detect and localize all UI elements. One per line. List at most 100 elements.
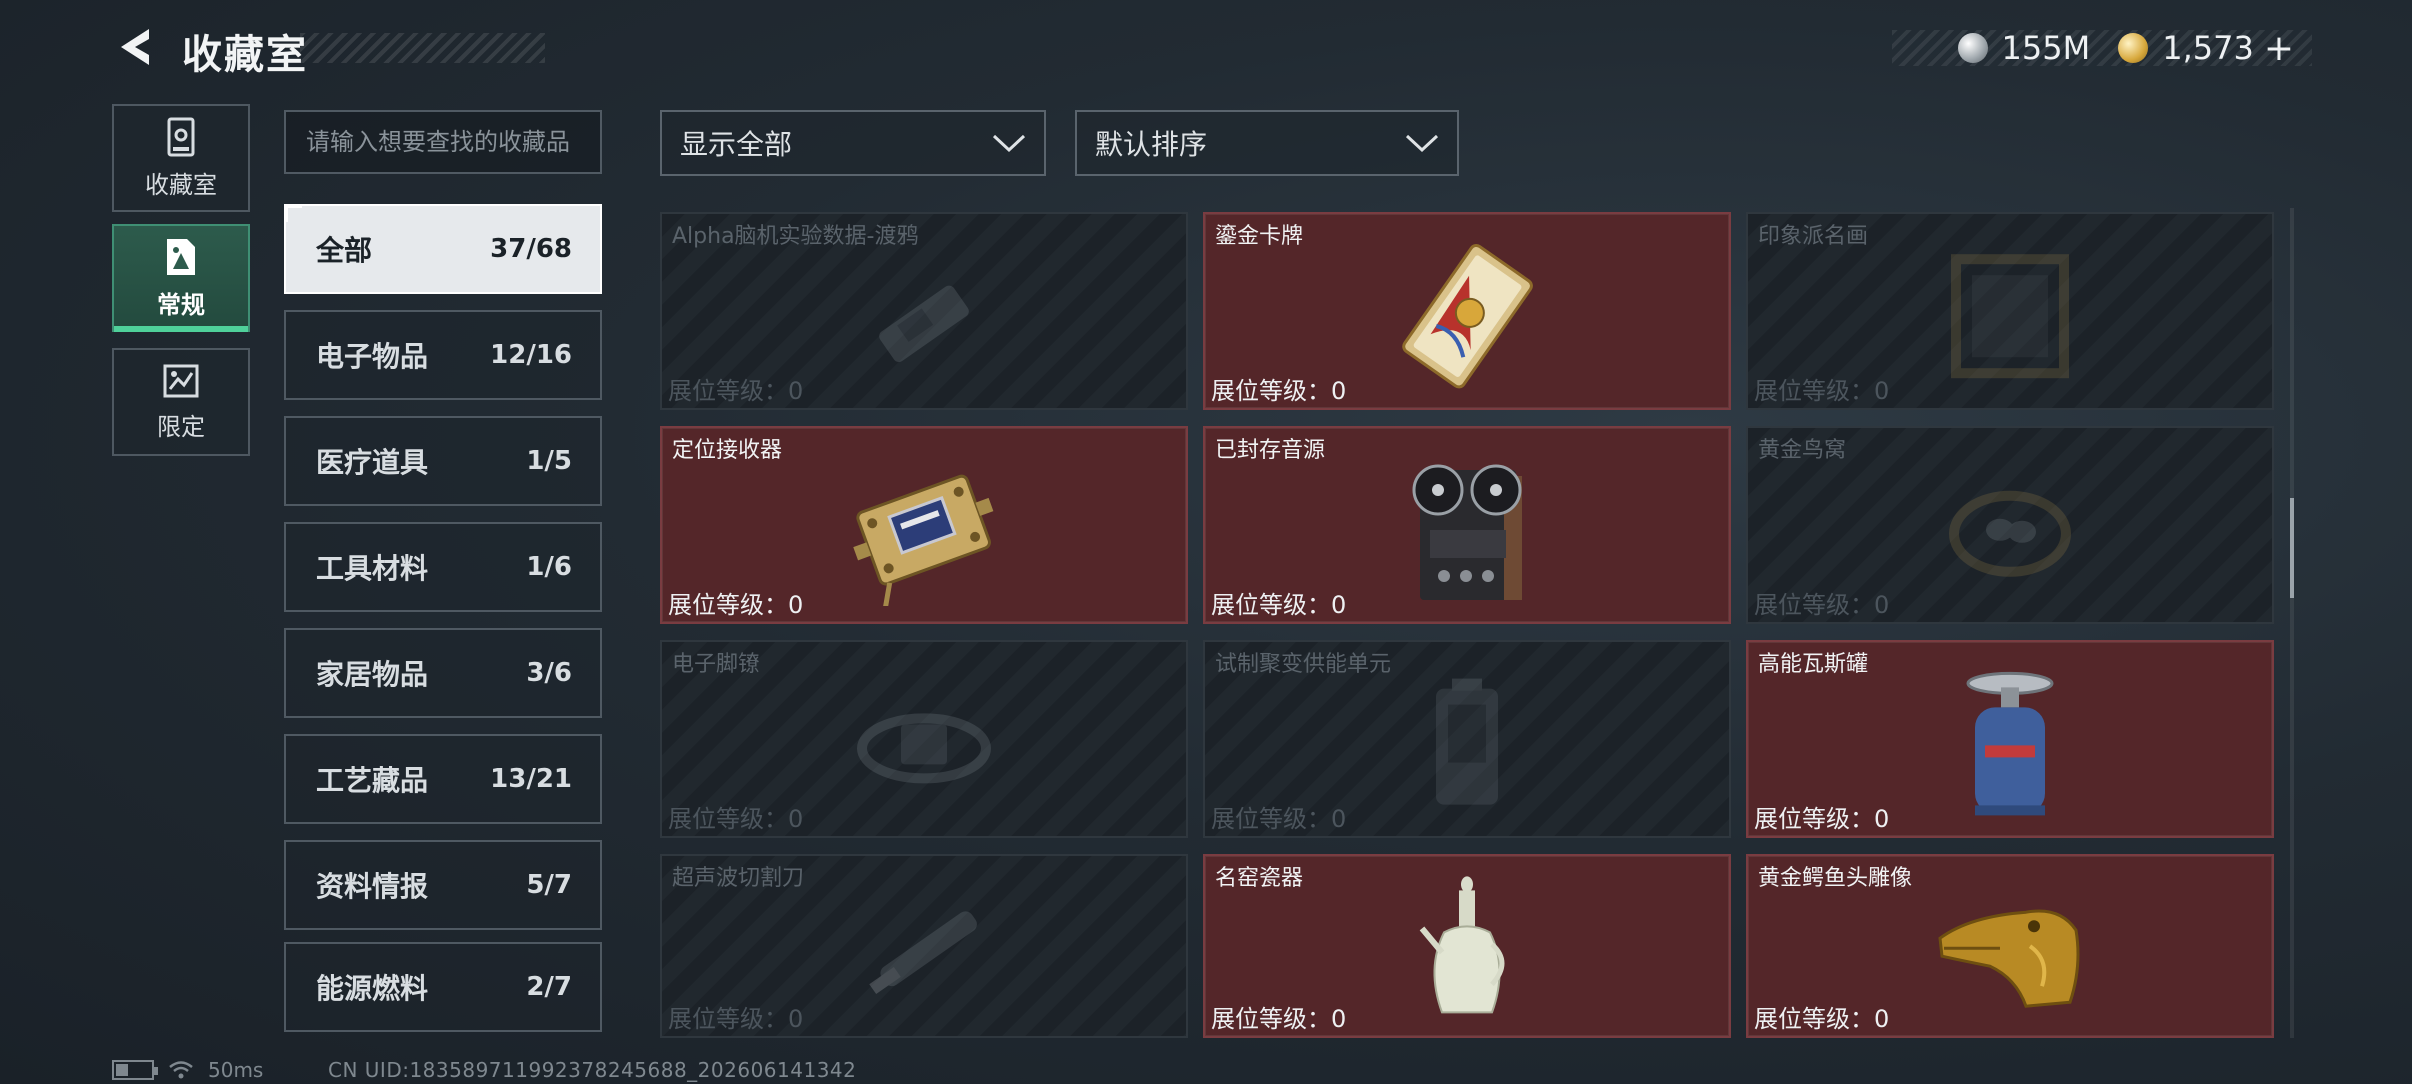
item-name: 定位接收器 bbox=[672, 438, 783, 463]
category-name: 资料情报 bbox=[316, 870, 429, 903]
item-name: 黄金鳄鱼头雕像 bbox=[1758, 866, 1913, 891]
item-level: 展位等级：0 bbox=[1754, 1005, 1890, 1033]
limited-category-icon bbox=[163, 364, 199, 397]
rail-limited[interactable]: 限定 bbox=[112, 348, 250, 456]
gas-canister-icon bbox=[1966, 671, 2054, 816]
category-intel[interactable]: 资料情报 5/7 bbox=[284, 840, 602, 930]
item-name: 黄金鸟窝 bbox=[1758, 438, 1847, 463]
page-title: 收藏室 bbox=[182, 32, 308, 78]
regular-category-icon bbox=[167, 238, 195, 275]
item-card-alpha-data[interactable]: Alpha脑机实验数据-渡鸦 展位等级：0 bbox=[660, 212, 1188, 410]
item-card-golden-nest[interactable]: 黄金鸟窝 展位等级：0 bbox=[1746, 426, 2274, 624]
back-arrow-icon bbox=[121, 29, 149, 65]
category-name: 全部 bbox=[316, 234, 373, 267]
chevron-down-icon bbox=[1405, 134, 1439, 153]
category-medical[interactable]: 医疗道具 1/5 bbox=[284, 416, 602, 506]
item-card-famous-kiln-porcelain[interactable]: 名窑瓷器 展位等级：0 bbox=[1203, 854, 1731, 1038]
category-count: 2/7 bbox=[526, 972, 572, 1002]
ankle-monitor-icon bbox=[857, 713, 991, 784]
item-card-ultrasonic-cutter[interactable]: 超声波切割刀 展位等级：0 bbox=[660, 854, 1188, 1038]
grid-scrollbar[interactable] bbox=[2290, 208, 2294, 1038]
add-currency-button[interactable]: + bbox=[2264, 28, 2294, 69]
reel-tape-recorder-icon bbox=[1412, 464, 1522, 600]
item-card-golden-crocodile-head[interactable]: 黄金鳄鱼头雕像 展位等级：0 bbox=[1746, 854, 2274, 1038]
search-input[interactable] bbox=[284, 110, 602, 174]
item-card-gas-canister[interactable]: 高能瓦斯罐 展位等级：0 bbox=[1746, 640, 2274, 838]
category-count: 13/21 bbox=[490, 764, 572, 794]
item-card-sealed-audio[interactable]: 已封存音源 展位等级：0 bbox=[1203, 426, 1731, 624]
category-name: 电子物品 bbox=[316, 340, 429, 373]
title-decoration bbox=[300, 33, 545, 63]
battery-icon bbox=[112, 1060, 158, 1080]
silver-currency-value: 155M bbox=[2001, 29, 2091, 67]
item-card-electronic-shackle[interactable]: 电子脚镣 展位等级：0 bbox=[660, 640, 1188, 838]
golden-crocodile-head-icon bbox=[1938, 909, 2080, 1008]
display-filter-value: 显示全部 bbox=[680, 128, 793, 161]
gold-coin-icon bbox=[2118, 33, 2149, 63]
item-level: 展位等级：0 bbox=[1754, 805, 1890, 833]
chevron-down-icon bbox=[992, 134, 1026, 153]
item-card-fusion-power-unit[interactable]: 试制聚变供能单元 展位等级：0 bbox=[1203, 640, 1731, 838]
category-name: 家居物品 bbox=[316, 658, 429, 691]
back-button[interactable] bbox=[112, 24, 158, 70]
category-count: 1/6 bbox=[526, 552, 572, 582]
item-level: 展位等级：0 bbox=[1754, 591, 1890, 619]
category-household[interactable]: 家居物品 3/6 bbox=[284, 628, 602, 718]
golden-nest-icon bbox=[1949, 490, 2071, 577]
item-card-gilded-card[interactable]: 鎏金卡牌 展位等级：0 bbox=[1203, 212, 1731, 410]
item-level: 展位等级：0 bbox=[1211, 1005, 1347, 1033]
porcelain-ewer-icon bbox=[1419, 876, 1505, 1014]
item-level: 展位等级：0 bbox=[1211, 377, 1347, 405]
collection-room-icon bbox=[167, 117, 195, 156]
item-name: 鎏金卡牌 bbox=[1215, 224, 1304, 249]
rail-collection-room[interactable]: 收藏室 bbox=[112, 104, 250, 212]
gilded-card-icon bbox=[1402, 243, 1533, 389]
rail-label: 常规 bbox=[157, 290, 205, 319]
item-card-gps-receiver[interactable]: 定位接收器 展位等级：0 bbox=[660, 426, 1188, 624]
gps-receiver-icon bbox=[853, 474, 994, 606]
item-level: 展位等级：0 bbox=[668, 805, 804, 833]
category-count: 5/7 bbox=[526, 870, 572, 900]
category-count: 1/5 bbox=[526, 446, 572, 476]
category-count: 12/16 bbox=[490, 340, 572, 370]
rail-regular[interactable]: 常规 bbox=[112, 224, 250, 332]
item-name: 已封存音源 bbox=[1215, 438, 1326, 463]
category-fuel[interactable]: 能源燃料 2/7 bbox=[284, 942, 602, 1032]
item-name: 电子脚镣 bbox=[672, 652, 761, 677]
item-card-impressionist-painting[interactable]: 印象派名画 展位等级：0 bbox=[1746, 212, 2274, 410]
category-crafts[interactable]: 工艺藏品 13/21 bbox=[284, 734, 602, 824]
category-name: 工具材料 bbox=[316, 552, 429, 585]
category-all[interactable]: 全部 37/68 bbox=[284, 204, 602, 294]
item-level: 展位等级：0 bbox=[1211, 591, 1347, 619]
currency-bar: 155M 1,573 + bbox=[1892, 28, 2312, 69]
sort-value: 默认排序 bbox=[1095, 128, 1208, 161]
ultrasonic-cutter-icon bbox=[869, 911, 977, 995]
item-name: 高能瓦斯罐 bbox=[1758, 652, 1869, 677]
status-bar: 50ms bbox=[112, 1058, 263, 1082]
item-name: 超声波切割刀 bbox=[672, 866, 805, 891]
scroll-thumb[interactable] bbox=[2290, 498, 2294, 598]
item-name: Alpha脑机实验数据-渡鸦 bbox=[672, 224, 919, 249]
sort-dropdown[interactable]: 默认排序 bbox=[1075, 110, 1459, 176]
ping-value: 50ms bbox=[208, 1058, 264, 1082]
painting-icon bbox=[1951, 254, 2069, 379]
item-name: 名窑瓷器 bbox=[1215, 866, 1304, 891]
category-name: 医疗道具 bbox=[316, 446, 429, 479]
rail-label: 限定 bbox=[157, 412, 205, 441]
category-electronics[interactable]: 电子物品 12/16 bbox=[284, 310, 602, 400]
silver-coin-icon bbox=[1957, 33, 1988, 63]
item-name: 印象派名画 bbox=[1758, 224, 1869, 249]
fusion-cell-icon bbox=[1436, 678, 1498, 805]
item-level: 展位等级：0 bbox=[668, 591, 804, 619]
item-level: 展位等级：0 bbox=[1211, 805, 1347, 833]
category-name: 工艺藏品 bbox=[316, 764, 429, 797]
item-level: 展位等级：0 bbox=[668, 377, 804, 405]
category-count: 3/6 bbox=[526, 658, 572, 688]
display-filter-dropdown[interactable]: 显示全部 bbox=[660, 110, 1046, 176]
category-tools[interactable]: 工具材料 1/6 bbox=[284, 522, 602, 612]
category-name: 能源燃料 bbox=[316, 972, 429, 1005]
user-uid: CN UID:183589711992378245688_20260614134… bbox=[328, 1058, 857, 1082]
gold-currency-value: 1,573 bbox=[2162, 29, 2254, 67]
rail-label: 收藏室 bbox=[145, 170, 217, 199]
item-name: 试制聚变供能单元 bbox=[1215, 652, 1392, 677]
